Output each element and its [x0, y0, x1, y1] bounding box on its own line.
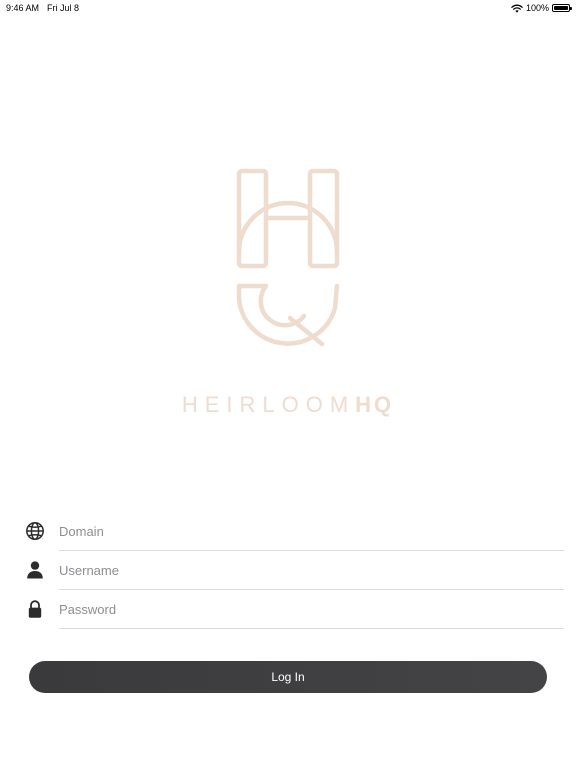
person-icon	[27, 561, 43, 579]
status-date: Fri Jul 8	[47, 3, 80, 13]
username-input[interactable]	[59, 556, 559, 584]
wifi-icon	[511, 4, 523, 13]
username-field	[0, 551, 576, 590]
status-time: 9:46 AM	[6, 3, 40, 13]
login-button[interactable]: Log In	[29, 661, 547, 693]
login-screen: 9:46 AM Fri Jul 8 100% HEIRLOOMHQ Domain…	[0, 0, 576, 768]
brand-wordmark: HEIRLOOMHQ	[0, 391, 576, 419]
password-input[interactable]	[59, 595, 559, 623]
heirloom-hq-logo	[236, 168, 340, 347]
wordmark-hq: HQ	[355, 392, 395, 417]
domain-input[interactable]	[59, 517, 559, 545]
wordmark-heirloom: HEIRLOOM	[181, 392, 356, 417]
password-field	[0, 590, 576, 629]
domain-field	[0, 512, 576, 551]
status-indicators: 100%	[511, 2, 572, 14]
battery-percent: 100%	[525, 3, 549, 13]
status-bar: 9:46 AM Fri Jul 8 100%	[0, 0, 576, 16]
password-underline	[59, 628, 564, 629]
battery-icon	[552, 4, 572, 12]
globe-icon	[26, 522, 44, 540]
lock-icon	[28, 600, 42, 618]
